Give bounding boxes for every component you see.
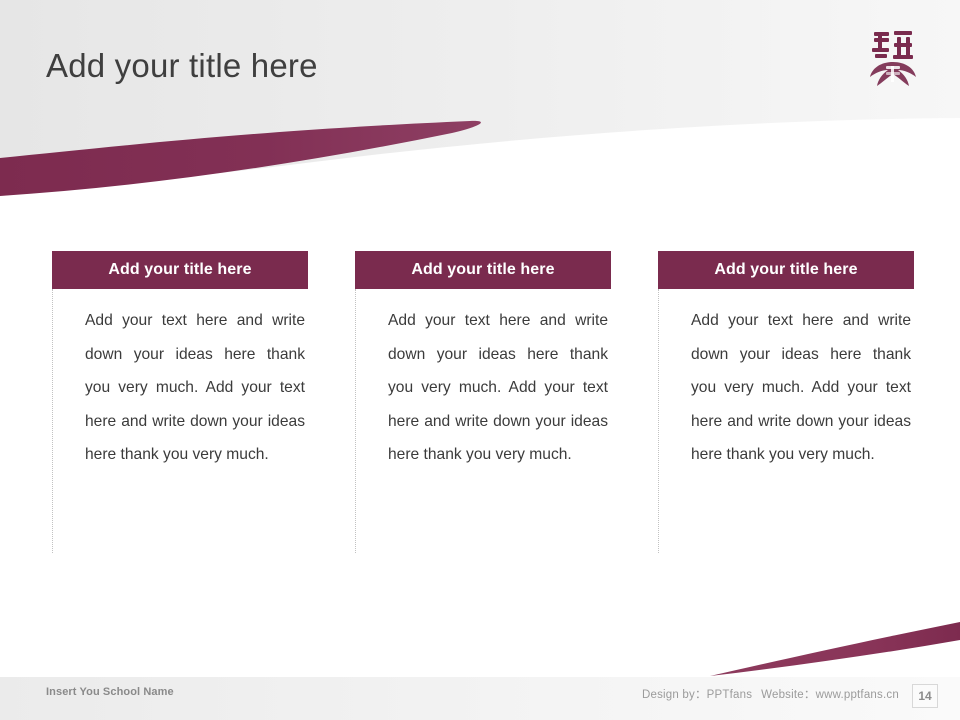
content-column: Add your title here Add your text here a… <box>658 251 914 561</box>
footer-design-by: Design by：PPTfans <box>642 689 753 701</box>
header-decoration <box>0 0 960 196</box>
school-emblem-icon <box>870 31 916 86</box>
column-body-text[interactable]: Add your text here and write down your i… <box>355 304 611 472</box>
column-body-text[interactable]: Add your text here and write down your i… <box>658 304 914 472</box>
footer-credit: Design by：PPTfans Website：www.pptfans.cn <box>642 686 899 702</box>
column-body-text[interactable]: Add your text here and write down your i… <box>52 304 308 472</box>
column-title[interactable]: Add your title here <box>355 251 611 289</box>
content-column: Add your title here Add your text here a… <box>355 251 611 561</box>
column-title[interactable]: Add your title here <box>52 251 308 289</box>
slide-canvas: Add your title here Add your title here <box>0 0 960 720</box>
page-title: Add your title here <box>46 47 318 84</box>
footer-website: Website：www.pptfans.cn <box>761 689 899 701</box>
footer-decoration <box>710 622 960 676</box>
content-column: Add your title here Add your text here a… <box>52 251 308 561</box>
column-title[interactable]: Add your title here <box>658 251 914 289</box>
footer-school-name: Insert You School Name <box>46 686 174 698</box>
content-columns: Add your title here Add your text here a… <box>52 251 914 561</box>
page-number-badge: 14 <box>912 684 938 708</box>
